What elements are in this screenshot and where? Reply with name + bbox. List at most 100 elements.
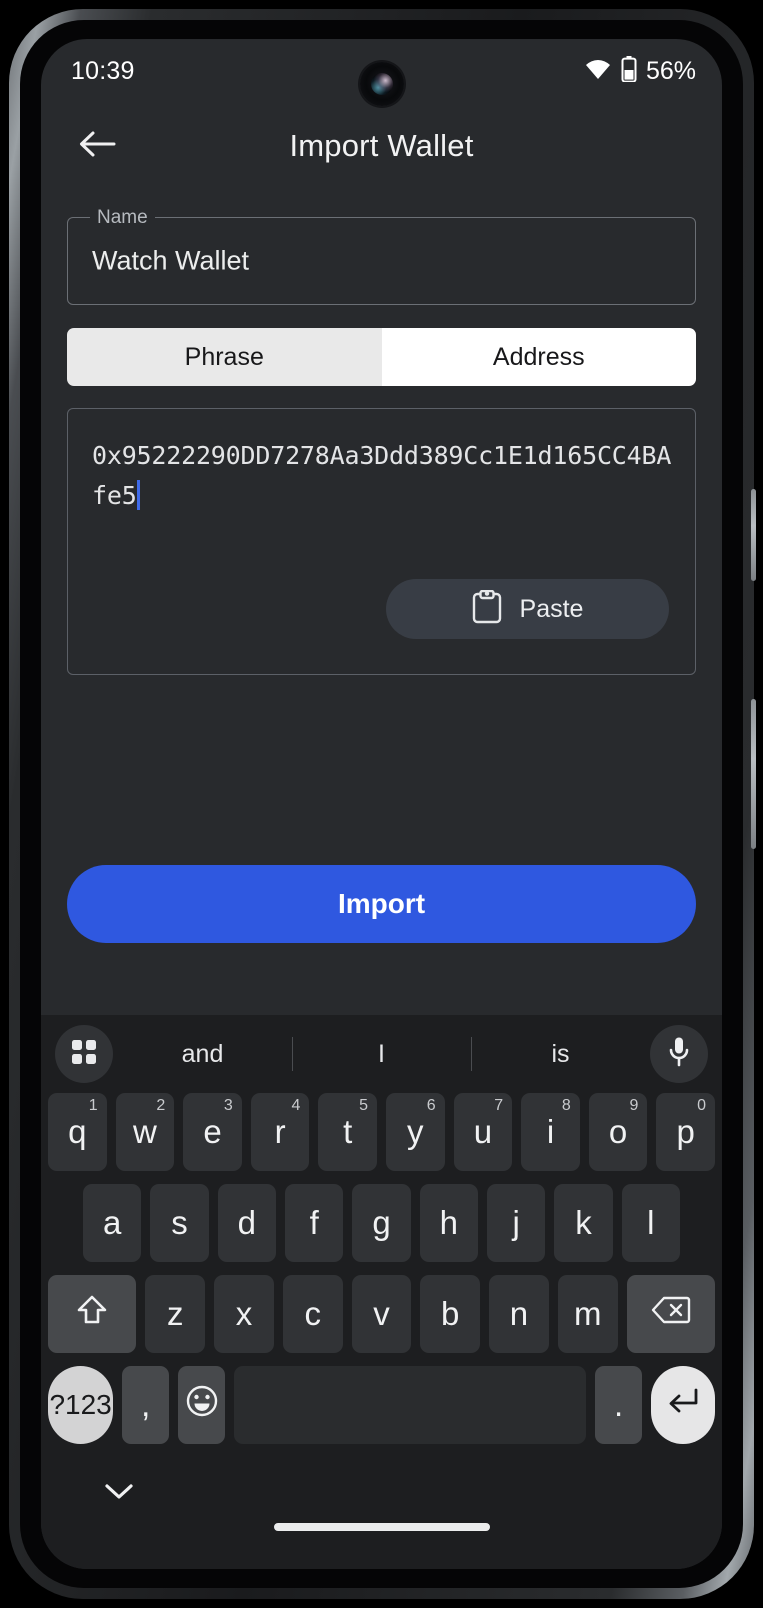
key-z[interactable]: z (145, 1275, 206, 1353)
page-title: Import Wallet (289, 128, 474, 163)
key-p[interactable]: 0p (656, 1093, 715, 1171)
keyboard-row-3: z x c v b n m (48, 1275, 715, 1353)
key-sup: 7 (494, 1097, 504, 1114)
app-header: Import Wallet (41, 103, 722, 189)
key-o[interactable]: 9o (588, 1093, 648, 1171)
emoji-key[interactable] (178, 1366, 226, 1444)
key-sup: 3 (223, 1097, 233, 1114)
comma-key[interactable]: , (122, 1366, 170, 1444)
clipboard-icon (472, 589, 502, 629)
keyboard-row-1: 1q 2w 3e 4r 5t 6y 7u 8i 9o 0p (48, 1093, 715, 1171)
hide-keyboard-button[interactable] (97, 1471, 141, 1515)
key-sup: 9 (629, 1097, 639, 1114)
phone-frame: 10:39 56% Import Wallet Name Watch Walle… (9, 9, 756, 1599)
enter-return-icon (664, 1386, 702, 1424)
key-sup: 5 (359, 1097, 368, 1114)
key-q[interactable]: 1q (48, 1093, 107, 1171)
key-sup: 2 (156, 1097, 166, 1114)
key-label: p (676, 1113, 695, 1150)
key-t[interactable]: 5t (318, 1093, 377, 1171)
battery-percent: 56% (645, 56, 696, 85)
key-sup: 1 (88, 1097, 98, 1114)
import-type-tabs: Phrase Address (67, 328, 696, 386)
status-icons: 56% (584, 55, 696, 87)
address-value: 0x95222290DD7278Aa3Ddd389Cc1E1d165CC4BAf… (92, 441, 672, 510)
tab-address[interactable]: Address (381, 328, 696, 386)
key-label: i (546, 1113, 555, 1150)
on-screen-keyboard: and I is 1q 2w 3 e 4 r 5 t 6 y 7 u 8 i 9… (41, 1015, 722, 1569)
key-u[interactable]: 7u (453, 1093, 513, 1171)
key-e[interactable]: 3e (183, 1093, 242, 1171)
period-key[interactable]: . (595, 1366, 643, 1444)
wifi-icon (584, 58, 612, 85)
volume-button[interactable] (751, 699, 756, 849)
suggestion-item[interactable]: and (113, 1040, 292, 1069)
key-label: q (68, 1113, 87, 1150)
shift-key[interactable] (48, 1275, 137, 1353)
home-indicator[interactable] (273, 1523, 490, 1531)
key-w[interactable]: 2w (115, 1093, 175, 1171)
suggestion-bar: and I is (41, 1015, 722, 1093)
key-label: u (473, 1113, 493, 1150)
suggestion-item[interactable]: I (292, 1040, 471, 1069)
tab-phrase[interactable]: Phrase (67, 328, 382, 386)
battery-icon (621, 55, 637, 87)
key-m[interactable]: m (557, 1275, 618, 1353)
status-bar: 10:39 56% (41, 39, 722, 106)
keyboard-rows: 1q 2w 3e 4r 5t 6y 7u 8i 9o 0p a s d f g (41, 1093, 722, 1444)
back-arrow-icon (78, 129, 116, 164)
key-sup: 8 (561, 1097, 571, 1114)
wallet-name-input[interactable]: Watch Wallet (92, 246, 249, 277)
key-label: w (133, 1113, 157, 1150)
key-n[interactable]: n (489, 1275, 549, 1353)
status-time: 10:39 (71, 56, 135, 85)
key-y[interactable]: 6y (386, 1093, 445, 1171)
key-c[interactable]: c (282, 1275, 343, 1353)
key-d[interactable]: d (217, 1184, 276, 1262)
key-sup: 4 (291, 1097, 301, 1114)
key-label: y (407, 1113, 424, 1150)
key-h[interactable]: h (419, 1184, 478, 1262)
backspace-delete-icon (651, 1295, 691, 1333)
chevron-down-icon (104, 1481, 134, 1506)
back-button[interactable] (71, 120, 123, 172)
wallet-name-label: Name (90, 207, 155, 229)
backspace-key[interactable] (626, 1275, 715, 1353)
key-x[interactable]: x (214, 1275, 274, 1353)
key-b[interactable]: b (420, 1275, 481, 1353)
paste-label: Paste (519, 594, 584, 623)
key-f[interactable]: f (285, 1184, 344, 1262)
power-button[interactable] (751, 489, 756, 581)
keyboard-row-2: a s d f g h j k l (48, 1184, 715, 1262)
import-button[interactable]: Import (67, 865, 696, 943)
import-wallet-form: Name Watch Wallet Phrase Address 0x95222… (41, 207, 722, 943)
enter-key[interactable] (651, 1366, 715, 1444)
space-key[interactable] (234, 1366, 587, 1444)
key-v[interactable]: v (351, 1275, 412, 1353)
key-label: r (274, 1113, 286, 1150)
voice-input-button[interactable] (650, 1025, 708, 1083)
key-a[interactable]: a (83, 1184, 142, 1262)
address-input-box[interactable]: 0x95222290DD7278Aa3Ddd389Cc1E1d165CC4BAf… (67, 408, 696, 675)
key-g[interactable]: g (352, 1184, 411, 1262)
key-label: e (203, 1113, 222, 1150)
symbols-key[interactable]: ?123 (48, 1366, 114, 1444)
keyboard-toolbar-button[interactable] (55, 1025, 113, 1083)
key-l[interactable]: l (621, 1184, 680, 1262)
key-s[interactable]: s (150, 1184, 209, 1262)
keyboard-footer (41, 1457, 722, 1553)
front-camera-icon (359, 62, 404, 106)
suggestion-item[interactable]: is (471, 1040, 650, 1069)
key-i[interactable]: 8i (521, 1093, 580, 1171)
key-j[interactable]: j (486, 1184, 546, 1262)
emoji-smiley-icon (185, 1384, 219, 1426)
key-k[interactable]: k (554, 1184, 613, 1262)
address-input[interactable]: 0x95222290DD7278Aa3Ddd389Cc1E1d165CC4BAf… (92, 436, 673, 516)
keyboard-row-4: ?123 , . (48, 1366, 715, 1444)
key-label: o (608, 1113, 628, 1150)
key-r[interactable]: 4r (250, 1093, 310, 1171)
text-caret (136, 480, 140, 510)
wallet-name-field[interactable]: Name Watch Wallet (67, 207, 696, 305)
shift-up-arrow-icon (75, 1293, 109, 1335)
paste-button[interactable]: Paste (386, 579, 669, 639)
